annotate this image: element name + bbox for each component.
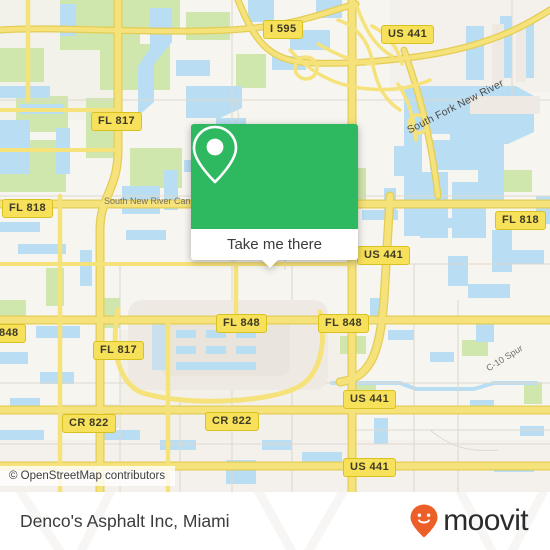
road-shield-cr822-b[interactable]: CR 822 — [205, 412, 259, 431]
footer-bar: Denco's Asphalt Inc, Miami moovit — [0, 492, 550, 550]
road-shield-us441-c[interactable]: US 441 — [343, 390, 397, 409]
road-shield-us441-b[interactable]: US 441 — [357, 246, 411, 265]
road-shield-848[interactable]: 848 — [0, 324, 26, 343]
road-shield-cr822-a[interactable]: CR 822 — [62, 414, 116, 433]
take-me-there-label: Take me there — [226, 236, 323, 253]
road-shield-i595[interactable]: I 595 — [263, 20, 304, 39]
road-shield-fl848-a[interactable]: FL 848 — [216, 314, 268, 333]
road-shield-fl817-b[interactable]: FL 817 — [93, 341, 145, 360]
osm-attribution-text: © OpenStreetMap contributors — [9, 470, 166, 482]
popup-tail-pointer — [261, 259, 279, 268]
road-shield-fl817-a[interactable]: FL 817 — [91, 112, 143, 131]
location-popup-card[interactable]: Take me there — [191, 124, 358, 268]
map-canvas[interactable]: .wt { fill:#b9ddf2; } .pk { fill:#cfe6ac… — [0, 0, 550, 492]
road-shield-fl818-b[interactable]: FL 818 — [495, 211, 547, 230]
place-title: Denco's Asphalt Inc, Miami — [20, 510, 230, 531]
popup-header — [191, 124, 358, 229]
popup-action-bar[interactable]: Take me there — [191, 229, 358, 268]
moovit-logo[interactable]: moovit — [409, 503, 529, 539]
map-screenshot: .wt { fill:#b9ddf2; } .pk { fill:#cfe6ac… — [0, 0, 550, 550]
moovit-pin-icon — [410, 504, 438, 538]
map-pin-icon — [192, 125, 238, 184]
road-shield-us441-d[interactable]: US 441 — [343, 458, 397, 477]
moovit-wordmark: moovit — [443, 504, 528, 537]
osm-attribution[interactable]: © OpenStreetMap contributors — [0, 466, 176, 486]
road-shield-fl818-a[interactable]: FL 818 — [2, 199, 54, 218]
map-label-canal: South New River Canal — [104, 196, 198, 206]
road-shield-fl848-b[interactable]: FL 848 — [318, 314, 370, 333]
road-shield-us441-a[interactable]: US 441 — [381, 25, 435, 44]
